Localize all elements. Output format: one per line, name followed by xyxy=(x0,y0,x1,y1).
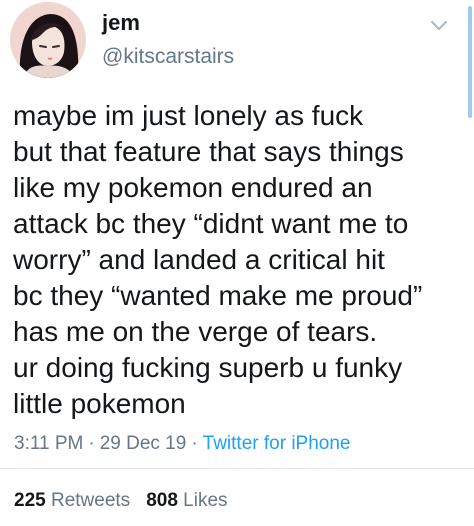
scrollbar[interactable] xyxy=(468,6,472,118)
likes-stat[interactable]: 808 Likes xyxy=(146,490,227,512)
retweets-stat[interactable]: 225 Retweets xyxy=(14,490,130,512)
avatar[interactable] xyxy=(10,2,86,78)
tweet-text: maybe im just lonely as fuck but that fe… xyxy=(13,100,423,419)
user-handle[interactable]: @kitscarstairs xyxy=(102,45,234,69)
likes-label: Likes xyxy=(183,490,228,511)
tweet-card: jem @kitscarstairs maybe im just lonely … xyxy=(0,0,474,526)
avatar-image xyxy=(10,2,86,78)
separator-dot: · xyxy=(88,433,95,454)
separator-dot: · xyxy=(191,433,198,454)
tweet-time: 3:11 PM xyxy=(14,433,84,454)
tweet-source-link[interactable]: Twitter for iPhone xyxy=(203,433,351,454)
display-name[interactable]: jem xyxy=(102,10,140,36)
retweets-count: 225 xyxy=(14,490,46,511)
tweet-date: 29 Dec 19 xyxy=(99,433,187,454)
tweet-stats: 225 Retweets 808 Likes xyxy=(14,490,228,512)
retweets-label: Retweets xyxy=(50,490,131,511)
chevron-down-icon[interactable] xyxy=(429,18,449,32)
tweet-meta: 3:11 PM · 29 Dec 19 · Twitter for iPhone xyxy=(14,433,350,455)
likes-count: 808 xyxy=(146,490,178,511)
divider xyxy=(0,468,474,469)
